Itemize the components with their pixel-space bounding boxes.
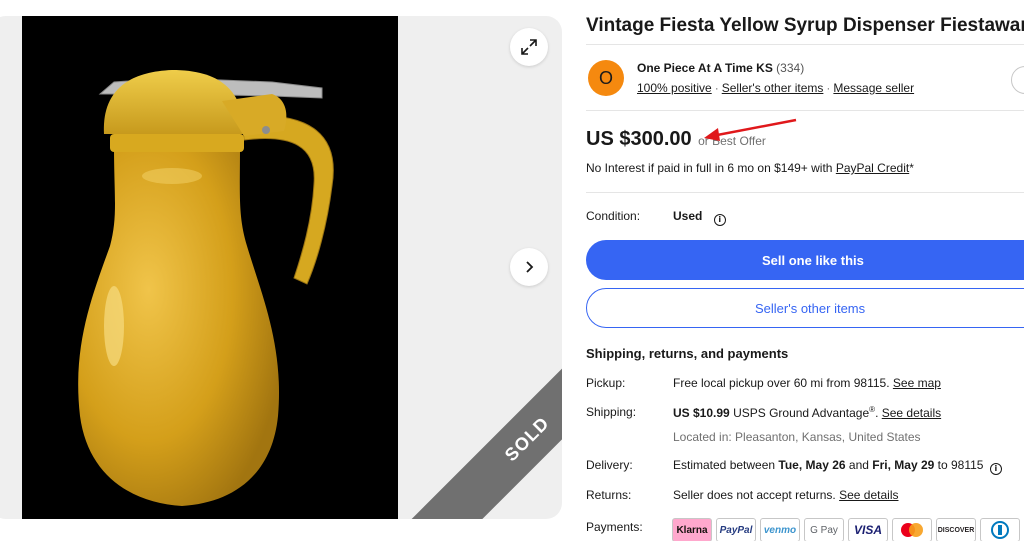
- next-image-button[interactable]: [510, 248, 548, 286]
- seller-feedback-count: (334): [776, 61, 805, 75]
- info-icon[interactable]: i: [713, 213, 726, 226]
- diners-icon: [980, 518, 1020, 541]
- delivery-value: Estimated between Tue, May 26 and Fri, M…: [673, 458, 1002, 475]
- image-gallery: SOLD: [0, 16, 562, 519]
- returns-value: Seller does not accept returns. See deta…: [673, 488, 898, 502]
- seller-other-items-link[interactable]: Seller's other items: [722, 81, 824, 95]
- see-map-link[interactable]: See map: [893, 376, 941, 390]
- expand-image-button[interactable]: [510, 28, 548, 66]
- chevron-right-icon: [526, 261, 534, 273]
- shipping-service: USPS Ground Advantage: [733, 406, 870, 420]
- seller-avatar[interactable]: O: [588, 60, 624, 96]
- item-title: Vintage Fiesta Yellow Syrup Dispenser Fi…: [586, 15, 1024, 36]
- annotation-arrow-icon: [704, 118, 797, 141]
- financing-info: No Interest if paid in full in 6 mo on $…: [586, 161, 914, 175]
- delivery-label: Delivery:: [586, 458, 633, 472]
- delivery-and: and: [848, 458, 869, 472]
- separator: ·: [826, 81, 831, 95]
- mastercard-icon: [892, 518, 932, 541]
- seller-links: 100% positive · Seller's other items · Messa…: [637, 81, 914, 95]
- delivery-suffix: to 98115: [937, 458, 984, 472]
- discover-badge: DISCOVER: [936, 518, 976, 541]
- condition-value: Used: [673, 209, 703, 223]
- seller-name[interactable]: One Piece At A Time KS: [637, 61, 773, 75]
- visa-badge: VISA: [848, 518, 888, 541]
- returns-text: Seller does not accept returns.: [673, 488, 836, 502]
- pickup-value: Free local pickup over 60 mi from 98115.…: [673, 376, 941, 390]
- payments-label: Payments:: [586, 520, 643, 534]
- condition-value-line: Used i: [673, 209, 726, 226]
- sell-one-like-this-button[interactable]: Sell one like this: [586, 240, 1024, 280]
- seller-card: O One Piece At A Time KS (334) 100% posi…: [586, 58, 1024, 104]
- venmo-badge: venmo: [760, 518, 800, 541]
- sold-label: SOLD: [406, 319, 562, 519]
- pickup-text: Free local pickup over 60 mi from 98115.: [673, 376, 890, 390]
- shipping-value: US $10.99 USPS Ground Advantage®. See de…: [673, 405, 941, 420]
- pickup-label: Pickup:: [586, 376, 626, 390]
- syrup-dispenser-image: [78, 70, 334, 506]
- item-location: Located in: Pleasanton, Kansas, United S…: [673, 430, 921, 444]
- paypal-badge: PayPal: [716, 518, 756, 541]
- returns-see-details-link[interactable]: See details: [839, 488, 898, 502]
- message-seller-link[interactable]: Message seller: [833, 81, 914, 95]
- delivery-start: Tue, May 26: [778, 458, 846, 472]
- condition-label: Condition:: [586, 209, 641, 223]
- positive-feedback-link[interactable]: 100% positive: [637, 81, 712, 95]
- financing-suffix: *: [909, 161, 914, 175]
- info-icon[interactable]: i: [989, 462, 1002, 475]
- separator: ·: [714, 81, 719, 95]
- sold-ribbon: SOLD: [362, 319, 562, 519]
- payment-methods: Klarna PayPal venmo G Pay VISA DISCOVER: [672, 518, 1020, 541]
- seller-name-line: One Piece At A Time KS (334): [637, 61, 804, 75]
- seller-other-items-button[interactable]: Seller's other items: [586, 288, 1024, 328]
- returns-label: Returns:: [586, 488, 632, 502]
- delivery-prefix: Estimated between: [673, 458, 776, 472]
- delivery-end: Fri, May 29: [872, 458, 935, 472]
- seller-action-icon[interactable]: [1011, 66, 1024, 94]
- period: .: [875, 406, 879, 420]
- divider: [586, 44, 1024, 45]
- shipping-heading: Shipping, returns, and payments: [586, 346, 789, 361]
- shipping-label: Shipping:: [586, 405, 637, 419]
- shipping-price: US $10.99: [673, 406, 730, 420]
- product-photo[interactable]: [22, 16, 398, 519]
- paypal-credit-link[interactable]: PayPal Credit: [836, 161, 909, 175]
- google-pay-badge: G Pay: [804, 518, 844, 541]
- item-price: US $300.00: [586, 128, 692, 150]
- shipping-see-details-link[interactable]: See details: [882, 406, 941, 420]
- divider: [586, 110, 1024, 111]
- klarna-badge: Klarna: [672, 518, 712, 541]
- divider: [586, 192, 1024, 193]
- expand-icon: [521, 39, 537, 55]
- financing-text: No Interest if paid in full in 6 mo on $…: [586, 161, 833, 175]
